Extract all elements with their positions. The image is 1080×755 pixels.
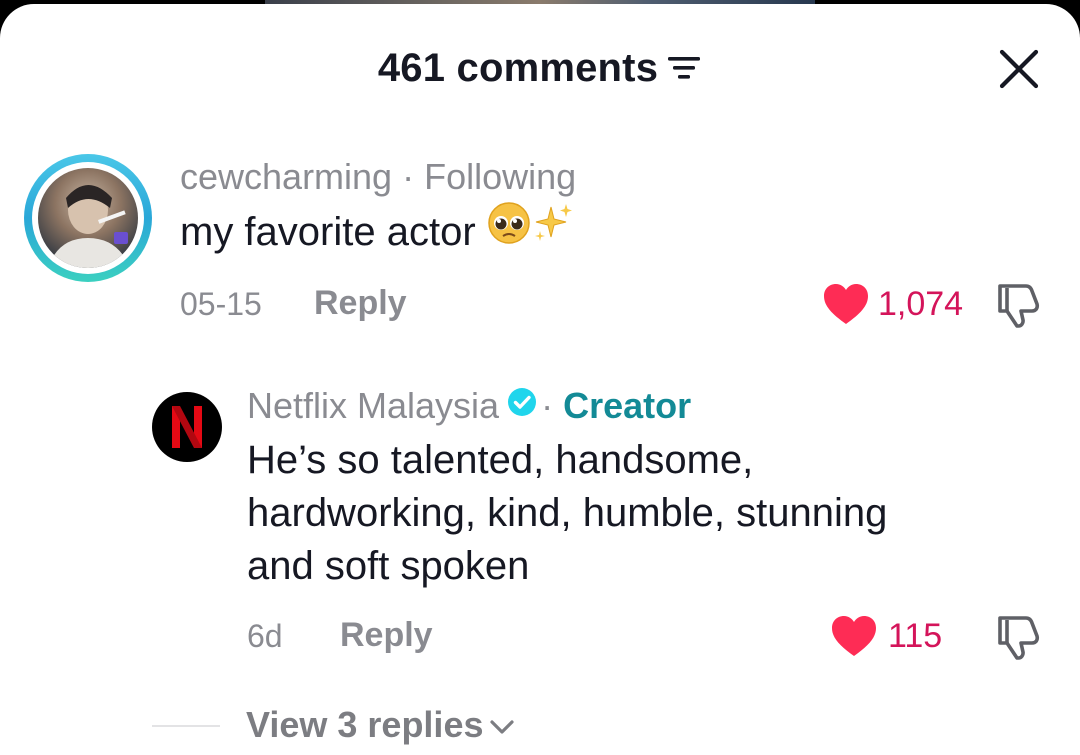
reply-text-line: and soft spoken	[247, 544, 530, 588]
heart-icon	[824, 284, 868, 324]
avatar-photo	[38, 168, 138, 268]
comment-body: my favorite actor	[180, 210, 476, 254]
chevron-down-icon	[489, 703, 515, 745]
following-label: Following	[424, 156, 577, 197]
like-count: 115	[888, 617, 943, 655]
reply-date: 6d	[247, 618, 283, 654]
thumbs-down-icon	[998, 616, 1040, 660]
reply-button[interactable]: Reply	[340, 616, 433, 655]
comment-date: 05-15	[180, 286, 262, 322]
reply-username[interactable]: Netflix Malaysia	[247, 385, 499, 426]
reply-text-line: He’s so talented, handsome,	[247, 438, 754, 482]
comment-text: my favorite actor	[180, 202, 575, 259]
close-icon	[999, 49, 1039, 89]
creator-label: Creator	[563, 385, 692, 426]
close-button[interactable]	[996, 46, 1042, 92]
heart-icon	[832, 616, 876, 656]
verified-badge-icon	[507, 384, 537, 426]
sparkles-emoji	[531, 201, 575, 259]
pleading-face-emoji	[487, 201, 531, 259]
view-replies-button[interactable]: View 3 replies	[246, 704, 515, 746]
separator-dot: ·	[402, 156, 415, 197]
like-count: 1,074	[878, 285, 964, 323]
replies-divider	[152, 725, 220, 727]
reply-button[interactable]: Reply	[314, 284, 407, 323]
sort-filter-icon[interactable]	[668, 46, 702, 91]
reply-text: He’s so talented, handsome, hardworking,…	[247, 434, 887, 593]
separator-dot: ·	[541, 385, 554, 426]
view-replies-label: View 3 replies	[246, 704, 484, 745]
dislike-button[interactable]	[992, 612, 1042, 662]
comment-count-label: 461 comments	[377, 46, 659, 90]
like-button[interactable]: 115	[830, 612, 950, 662]
like-button[interactable]: 1,074	[822, 280, 972, 330]
thumbs-down-icon	[998, 284, 1040, 328]
comment-author-line: cewcharming · Following	[180, 156, 576, 198]
creator-avatar[interactable]	[152, 392, 222, 462]
comments-sheet: 461 comments cewcharming · Following my …	[0, 4, 1080, 755]
avatar[interactable]	[24, 154, 152, 282]
netflix-logo-icon	[172, 406, 202, 448]
dislike-button[interactable]	[992, 280, 1042, 330]
reply-text-line: hardworking, kind, humble, stunning	[247, 491, 888, 535]
comment-username[interactable]: cewcharming	[180, 156, 392, 197]
comments-header: 461 comments	[0, 46, 1080, 91]
reply-author-line: Netflix Malaysia · Creator	[247, 385, 691, 427]
